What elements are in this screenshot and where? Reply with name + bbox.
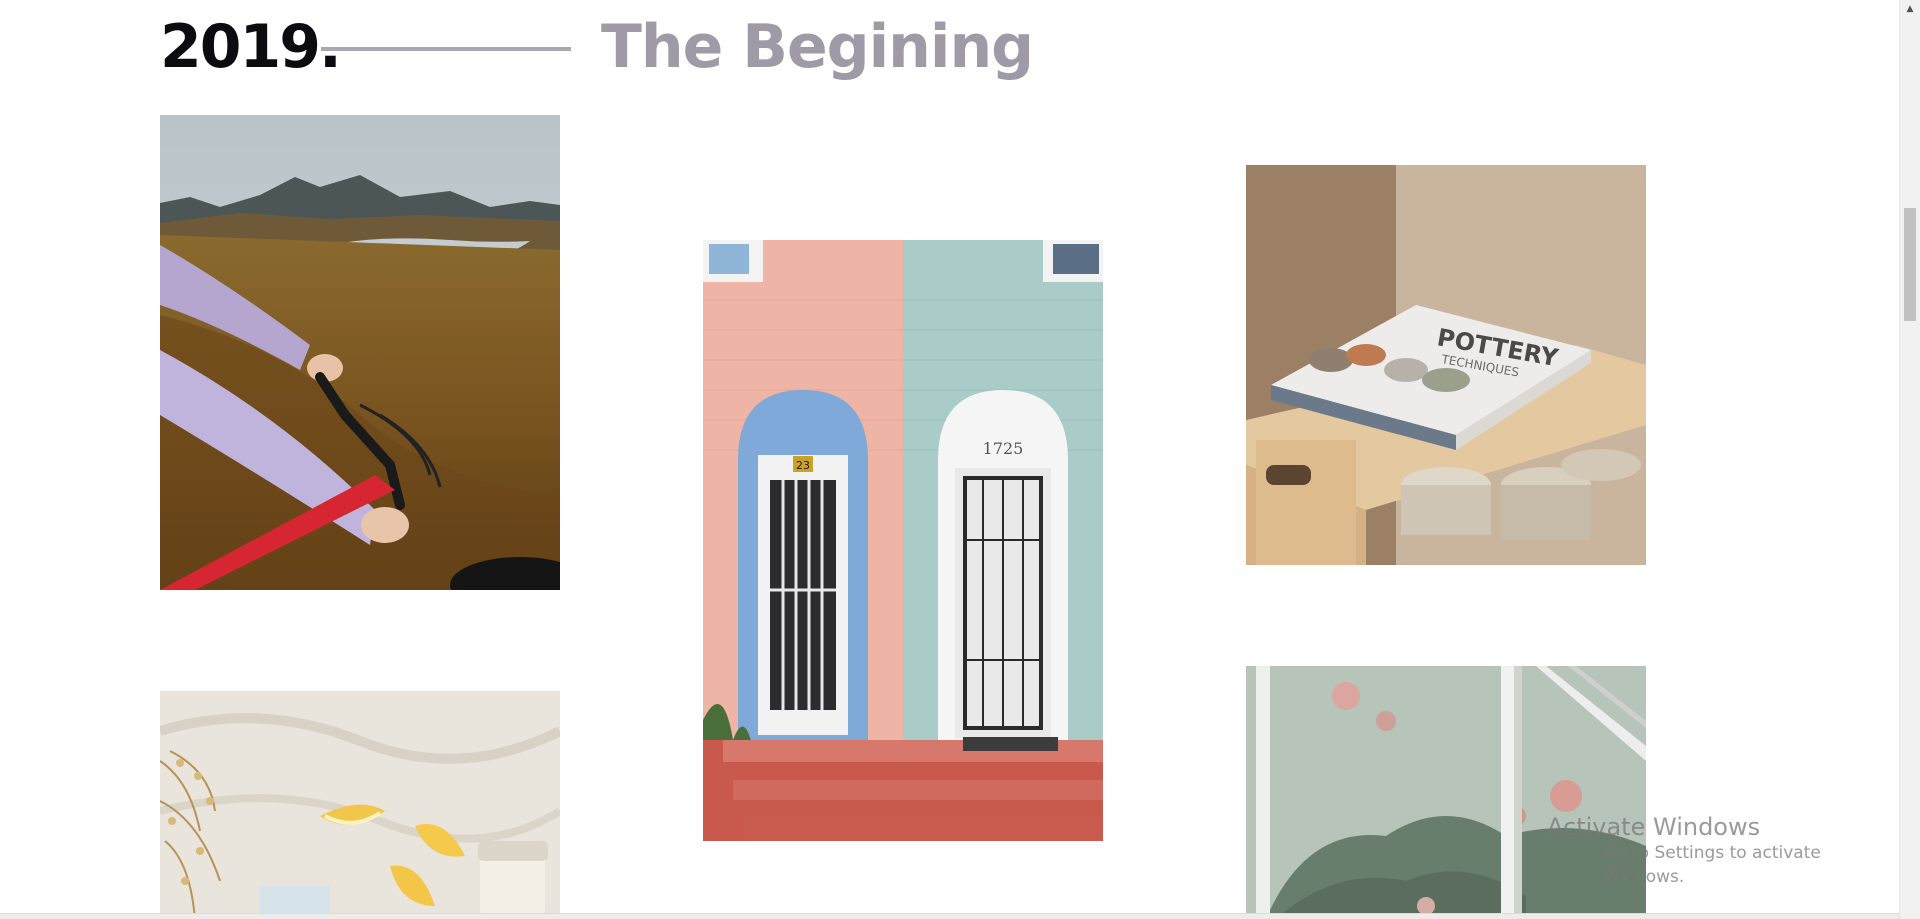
section-year: 2019. xyxy=(160,12,342,82)
section-title: The Begining xyxy=(601,12,1034,82)
page: 2019. The Begining 23 1725 POTTERY TECHN… xyxy=(0,0,1899,919)
scroll-thumb[interactable] xyxy=(1904,208,1916,321)
pottery-book-photo[interactable]: POTTERY TECHNIQUES xyxy=(1246,165,1646,565)
header-divider xyxy=(321,47,571,51)
activate-windows-watermark: Activate Windows Go to Settings to activ… xyxy=(1547,813,1899,889)
bike-mountain-photo[interactable] xyxy=(160,115,560,590)
horizontal-edge xyxy=(0,913,1899,919)
pastel-doors-photo[interactable]: 23 1725 xyxy=(703,240,1103,841)
house-number: 1725 xyxy=(983,439,1024,458)
vertical-scrollbar[interactable]: ▲ xyxy=(1899,0,1920,919)
lemons-blanket-photo[interactable] xyxy=(160,691,560,919)
scroll-up-arrow-icon[interactable]: ▲ xyxy=(1900,0,1920,17)
watermark-subtitle: Go to Settings to activate Windows. xyxy=(1603,842,1821,887)
door-number: 23 xyxy=(796,459,810,472)
watermark-title: Activate Windows xyxy=(1547,813,1761,841)
